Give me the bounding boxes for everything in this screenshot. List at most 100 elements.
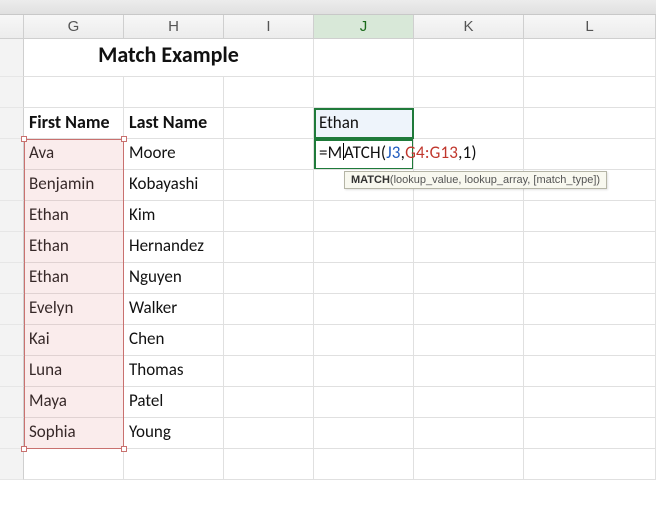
cell-G4[interactable]: Ava: [24, 139, 124, 170]
cell-I2[interactable]: [224, 77, 314, 108]
cell-K11[interactable]: [414, 356, 524, 387]
cell-J12[interactable]: [314, 387, 414, 418]
cells-area[interactable]: Match Example First Name Last Name Ethan: [0, 39, 656, 480]
cell-H8[interactable]: Nguyen: [124, 263, 224, 294]
cell-H6[interactable]: Kim: [124, 201, 224, 232]
cell-I10[interactable]: [224, 325, 314, 356]
row-header-4[interactable]: [0, 139, 24, 170]
row-header-8[interactable]: [0, 263, 24, 294]
cell-L3[interactable]: [524, 108, 656, 139]
cell-J9[interactable]: [314, 294, 414, 325]
cell-H5[interactable]: Kobayashi: [124, 170, 224, 201]
cell-H11[interactable]: Thomas: [124, 356, 224, 387]
cell-I13[interactable]: [224, 418, 314, 449]
cell-J11[interactable]: [314, 356, 414, 387]
cell-J10[interactable]: [314, 325, 414, 356]
cell-I5[interactable]: [224, 170, 314, 201]
cell-H9[interactable]: Walker: [124, 294, 224, 325]
cell-K3[interactable]: [414, 108, 524, 139]
cell-I14[interactable]: [224, 449, 314, 480]
cell-I6[interactable]: [224, 201, 314, 232]
cell-H13[interactable]: Young: [124, 418, 224, 449]
cell-K14[interactable]: [414, 449, 524, 480]
header-last-name[interactable]: Last Name: [124, 108, 224, 139]
row-header-2[interactable]: [0, 77, 24, 108]
cell-J8[interactable]: [314, 263, 414, 294]
cell-G11[interactable]: Luna: [24, 356, 124, 387]
cell-I9[interactable]: [224, 294, 314, 325]
row-header-6[interactable]: [0, 201, 24, 232]
cell-J6[interactable]: [314, 201, 414, 232]
cell-K7[interactable]: [414, 232, 524, 263]
cell-I12[interactable]: [224, 387, 314, 418]
cell-G13[interactable]: Sophia: [24, 418, 124, 449]
cell-J3-lookup-value[interactable]: Ethan: [314, 108, 414, 139]
cell-K2[interactable]: [414, 77, 524, 108]
cell-K1[interactable]: [414, 39, 524, 77]
cell-I3[interactable]: [224, 108, 314, 139]
cell-K8[interactable]: [414, 263, 524, 294]
cell-L10[interactable]: [524, 325, 656, 356]
cell-I7[interactable]: [224, 232, 314, 263]
cell-G5[interactable]: Benjamin: [24, 170, 124, 201]
title-cell[interactable]: Match Example: [24, 39, 314, 77]
cell-H4[interactable]: Moore: [124, 139, 224, 170]
cell-H7[interactable]: Hernandez: [124, 232, 224, 263]
cell-K10[interactable]: [414, 325, 524, 356]
cell-H10[interactable]: Chen: [124, 325, 224, 356]
cell-K9[interactable]: [414, 294, 524, 325]
cell-J1[interactable]: [314, 39, 414, 77]
row-header-13[interactable]: [0, 418, 24, 449]
cell-J4-formula[interactable]: =MATCH(J3,G4:G13,1): [314, 139, 414, 170]
cell-L4[interactable]: [524, 139, 656, 170]
cell-L14[interactable]: [524, 449, 656, 480]
cell-L8[interactable]: [524, 263, 656, 294]
cell-L7[interactable]: [524, 232, 656, 263]
cell-J14[interactable]: [314, 449, 414, 480]
cell-K12[interactable]: [414, 387, 524, 418]
header-first-name[interactable]: First Name: [24, 108, 124, 139]
cell-L11[interactable]: [524, 356, 656, 387]
cell-L9[interactable]: [524, 294, 656, 325]
col-header-G[interactable]: G: [24, 15, 124, 38]
cell-G10[interactable]: Kai: [24, 325, 124, 356]
cell-K6[interactable]: [414, 201, 524, 232]
cell-J2[interactable]: [314, 77, 414, 108]
cell-L2[interactable]: [524, 77, 656, 108]
row-header-7[interactable]: [0, 232, 24, 263]
row-header-1[interactable]: [0, 39, 24, 77]
select-all-corner[interactable]: [0, 15, 24, 38]
col-header-L[interactable]: L: [524, 15, 656, 38]
cell-J7[interactable]: [314, 232, 414, 263]
row-header-3[interactable]: [0, 108, 24, 139]
cell-G7[interactable]: Ethan: [24, 232, 124, 263]
row-header-11[interactable]: [0, 356, 24, 387]
cell-J13[interactable]: [314, 418, 414, 449]
row-header-10[interactable]: [0, 325, 24, 356]
cell-H14[interactable]: [124, 449, 224, 480]
cell-G14[interactable]: [24, 449, 124, 480]
row-header-5[interactable]: [0, 170, 24, 201]
cell-I4[interactable]: [224, 139, 314, 170]
row-header-14[interactable]: [0, 449, 24, 480]
cell-L6[interactable]: [524, 201, 656, 232]
cell-G8[interactable]: Ethan: [24, 263, 124, 294]
col-header-H[interactable]: H: [124, 15, 224, 38]
row-header-9[interactable]: [0, 294, 24, 325]
row-header-12[interactable]: [0, 387, 24, 418]
cell-K13[interactable]: [414, 418, 524, 449]
cell-L13[interactable]: [524, 418, 656, 449]
cell-L12[interactable]: [524, 387, 656, 418]
col-header-I[interactable]: I: [224, 15, 314, 38]
cell-I8[interactable]: [224, 263, 314, 294]
formula-editor[interactable]: =MATCH(J3,G4:G13,1): [319, 142, 477, 163]
cell-L1[interactable]: [524, 39, 656, 77]
col-header-K[interactable]: K: [414, 15, 524, 38]
cell-I11[interactable]: [224, 356, 314, 387]
cell-G12[interactable]: Maya: [24, 387, 124, 418]
cell-H2[interactable]: [124, 77, 224, 108]
cell-G9[interactable]: Evelyn: [24, 294, 124, 325]
cell-H12[interactable]: Patel: [124, 387, 224, 418]
col-header-J[interactable]: J: [314, 15, 414, 38]
cell-G6[interactable]: Ethan: [24, 201, 124, 232]
